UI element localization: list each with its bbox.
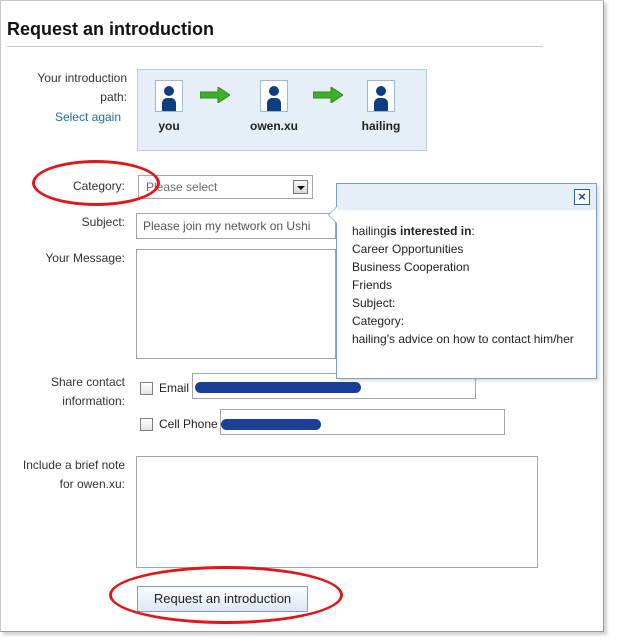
popup-heading-bold: is interested in [386,224,472,238]
popup-heading-name: hailing [352,224,387,238]
share-contact-label: Share contact information: [11,373,125,411]
arrow-right-icon [200,87,230,103]
dialog-frame: Request an introduction Your introductio… [0,0,604,632]
redacted-email [195,382,361,393]
popup-line: Subject: [352,296,396,310]
popup-line: Friends [352,278,393,292]
intro-path-label: Your introduction path: [11,69,127,107]
note-label-line-2: for owen.xu: [59,477,125,491]
popup-header [337,184,596,210]
share-contact-line-2: information: [62,394,125,408]
popup-line: Category: [352,314,405,328]
note-label-line-1: Include a brief note [22,458,125,472]
popup-line: Business Cooperation [352,260,470,274]
close-icon[interactable]: × [574,189,590,205]
interests-popup: × hailingis interested in: Career Opport… [328,183,597,379]
popup-line: Career Opportunities [352,242,464,256]
subject-label: Subject: [81,215,125,229]
path-node-you: you [139,80,199,133]
share-contact-line-1: Share contact [50,375,125,389]
arrow-right-icon [313,87,343,103]
email-checkbox[interactable] [140,382,153,395]
email-checkbox-label: Email [159,381,190,395]
avatar-icon [367,80,395,112]
avatar-icon [155,80,183,112]
message-textarea[interactable] [136,249,336,359]
cell-phone-checkbox-label: Cell Phone [159,417,218,431]
page-title: Request an introduction [7,19,214,39]
popup-line: hailing's advice on how to contact him/h… [352,332,574,346]
path-node-owen: owen.xu [244,80,304,133]
message-label: Your Message: [45,251,125,265]
note-label: Include a brief note for owen.xu: [5,456,125,494]
title-divider [7,46,543,47]
select-again-link[interactable]: Select again [11,108,121,127]
path-node-name: hailing [361,119,401,133]
subject-input[interactable]: Please join my network on Ushi [136,213,336,239]
intro-path-box: you owen.xu hailing [137,69,427,151]
cell-phone-checkbox[interactable] [140,418,153,431]
submit-highlight-oval [109,566,343,624]
popup-heading-colon: : [471,224,475,238]
avatar-icon [260,80,288,112]
popup-heading: hailingis interested in: [352,222,574,240]
popup-pointer [328,206,337,224]
category-select[interactable]: Please select [138,175,313,199]
note-textarea[interactable] [136,456,538,568]
path-node-name: owen.xu [249,119,298,133]
intro-path-label-text: Your introduction path: [37,71,127,104]
popup-content: hailingis interested in: Career Opportun… [352,222,574,348]
redacted-phone [221,419,321,430]
path-node-hailing: hailing [351,80,411,133]
category-highlight-oval [32,160,160,206]
path-node-name: you [158,119,180,133]
chevron-down-icon[interactable] [293,180,308,194]
